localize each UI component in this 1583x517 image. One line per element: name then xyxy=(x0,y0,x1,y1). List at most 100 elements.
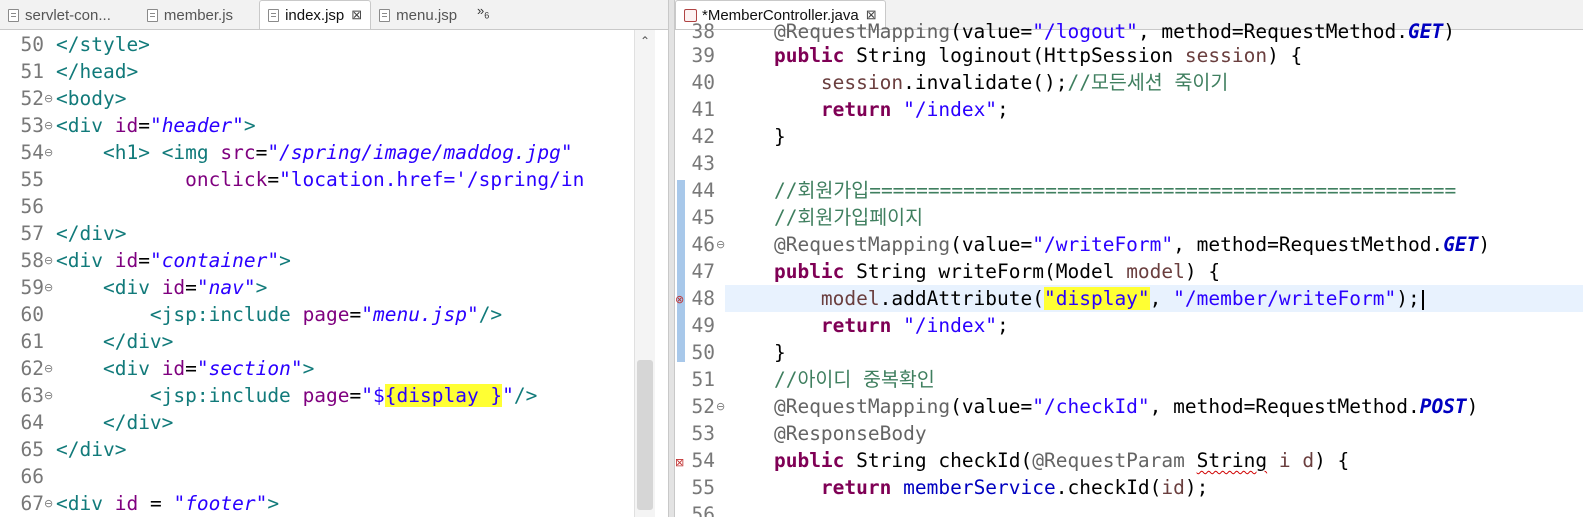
tab-label: servlet-con... xyxy=(25,6,111,24)
code-text: <div id="nav"> xyxy=(102,276,268,299)
jsp-code-editor[interactable]: 50 </style> 51 </head> 52 ⊖ <body> 53 ⊖ <div i… xyxy=(0,30,668,517)
line-number: 56 xyxy=(691,503,715,517)
scroll-up-icon[interactable]: ⌃ xyxy=(635,34,655,48)
tab-label: menu.jsp xyxy=(396,6,458,24)
tab-menu-jsp[interactable]: menu.jsp xyxy=(371,1,465,29)
code-line: 55 return memberService.checkId(id); xyxy=(675,474,1583,501)
code-text: public String writeForm(Model model) { xyxy=(773,260,1221,283)
fold-icon[interactable]: ⊖ xyxy=(44,112,53,139)
code-line: 45 //회원가입페이지 xyxy=(675,204,1583,231)
jsp-file-icon xyxy=(268,8,280,22)
fold-icon[interactable]: ⊖ xyxy=(44,247,53,274)
fold-icon[interactable]: ⊖ xyxy=(44,139,53,166)
fold-icon[interactable]: ⊖ xyxy=(44,490,53,517)
line-number: 63 xyxy=(20,384,44,407)
code-line: 56 xyxy=(0,193,668,220)
fold-icon[interactable]: ⊖ xyxy=(44,382,53,409)
code-line: 67 ⊖ <div id = "footer"> xyxy=(0,490,668,517)
line-number: 60 xyxy=(20,303,44,326)
code-text: onclick="location.href='/spring/in xyxy=(185,168,585,191)
code-text: //회원가입==================================… xyxy=(727,179,1457,202)
code-text: <div id="header"> xyxy=(56,114,256,137)
jsp-file-icon xyxy=(379,8,391,22)
line-number: 47 xyxy=(691,260,715,283)
fold-icon[interactable]: ⊖ xyxy=(716,393,725,420)
line-number: 55 xyxy=(691,476,715,499)
close-icon[interactable]: ⊠ xyxy=(351,7,362,23)
fold-icon[interactable]: ⊖ xyxy=(716,231,725,258)
fold-icon[interactable]: ⊖ xyxy=(44,274,53,301)
breakpoint-marker-icon[interactable]: ⊗ xyxy=(675,286,684,313)
line-number: 38 xyxy=(691,20,715,43)
line-number: 65 xyxy=(20,438,44,461)
code-text: @RequestMapping(value="/logout", method=… xyxy=(773,20,1455,43)
code-line: 49 return "/index"; xyxy=(675,312,1583,339)
scrollbar-thumb[interactable] xyxy=(637,360,653,510)
line-number: 42 xyxy=(691,125,715,148)
left-tab-bar: servlet-con... member.js index.jsp ⊠ men… xyxy=(0,0,668,30)
code-text: return "/index"; xyxy=(820,314,1009,337)
line-number: 66 xyxy=(20,465,44,488)
tab-overflow-button[interactable]: »6 xyxy=(477,3,489,29)
code-line: 50 </style> xyxy=(0,31,668,58)
code-line: 40 session.invalidate();//모든세션 죽이기 xyxy=(675,69,1583,96)
code-line: 57 </div> xyxy=(0,220,668,247)
code-line: 39 public String loginout(HttpSession se… xyxy=(675,42,1583,69)
left-editor-pane: servlet-con... member.js index.jsp ⊠ men… xyxy=(0,0,668,517)
code-line: 44 //회원가입===============================… xyxy=(675,177,1583,204)
code-text: model.addAttribute("display", "/member/w… xyxy=(727,285,1424,312)
pane-splitter[interactable] xyxy=(668,0,675,517)
code-line: 61 </div> xyxy=(0,328,668,355)
code-line: 50 } xyxy=(675,339,1583,366)
code-line: 55 onclick="location.href='/spring/in xyxy=(0,166,668,193)
code-text: //회원가입페이지 xyxy=(727,206,924,229)
code-text: </div> xyxy=(56,222,127,245)
fold-icon[interactable]: ⊖ xyxy=(44,355,53,382)
code-line: 46 ⊖ @RequestMapping(value="/writeForm", … xyxy=(675,231,1583,258)
code-text: @RequestMapping(value="/writeForm", meth… xyxy=(773,233,1491,256)
code-text: @ResponseBody xyxy=(773,422,927,445)
tab-member-js[interactable]: member.js xyxy=(139,1,241,29)
overflow-count: 6 xyxy=(484,11,490,21)
line-number: 40 xyxy=(691,71,715,94)
code-text: </div> xyxy=(56,438,127,461)
line-number: 51 xyxy=(20,60,44,83)
code-line: 56 xyxy=(675,501,1583,517)
line-number: 53 xyxy=(691,422,715,445)
java-code-editor[interactable]: 38 @RequestMapping(value="/logout", meth… xyxy=(675,20,1583,517)
line-number: 46 xyxy=(691,233,715,256)
code-line: 66 xyxy=(0,463,668,490)
line-number: 54 xyxy=(20,141,44,164)
code-text: <div id="container"> xyxy=(56,249,291,272)
code-line: 53 @ResponseBody xyxy=(675,420,1583,447)
line-number: 58 xyxy=(20,249,44,272)
code-text: } xyxy=(727,125,786,148)
line-number: 67 xyxy=(20,492,44,515)
code-line: 62 ⊖ <div id="section"> xyxy=(0,355,668,382)
text-caret xyxy=(1421,289,1424,310)
code-text: </div> xyxy=(102,411,174,434)
js-file-icon xyxy=(146,8,158,22)
fold-icon[interactable]: ⊖ xyxy=(44,85,53,112)
line-number: 61 xyxy=(20,330,44,353)
tab-label: index.jsp xyxy=(285,6,345,24)
line-number: 59 xyxy=(20,276,44,299)
vertical-scrollbar[interactable]: ⌃ xyxy=(634,30,655,517)
line-number: 45 xyxy=(691,206,715,229)
error-marker-icon[interactable]: ⊠ xyxy=(675,449,684,476)
xml-file-icon xyxy=(8,8,19,22)
line-number: 55 xyxy=(20,168,44,191)
tab-servlet-context[interactable]: servlet-con... xyxy=(0,1,119,29)
line-number: 44 xyxy=(691,179,715,202)
code-line: 52 ⊖ @RequestMapping(value="/checkId", me… xyxy=(675,393,1583,420)
line-number: 51 xyxy=(691,368,715,391)
tab-index-jsp[interactable]: index.jsp ⊠ xyxy=(259,0,372,29)
code-text: session.invalidate();//모든세션 죽이기 xyxy=(820,71,1229,94)
code-text: </head> xyxy=(56,60,139,83)
code-line: 65 </div> xyxy=(0,436,668,463)
code-text: public String loginout(HttpSession sessi… xyxy=(773,44,1303,67)
code-line: 42 } xyxy=(675,123,1583,150)
code-text: <h1> <img src="/spring/image/maddog.jpg" xyxy=(102,141,573,164)
line-number: 43 xyxy=(691,152,715,175)
line-number: 49 xyxy=(691,314,715,337)
